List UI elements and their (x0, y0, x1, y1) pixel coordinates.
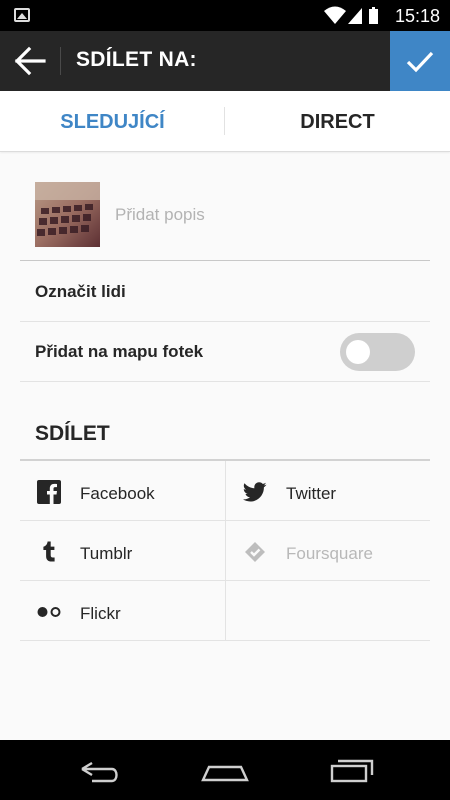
share-empty-cell (225, 581, 430, 641)
app-bar-divider (60, 47, 61, 75)
arrow-back-icon (14, 46, 46, 76)
nav-home-icon (201, 765, 249, 782)
flickr-icon (37, 607, 61, 617)
image-notification-icon (14, 8, 30, 22)
battery-icon (369, 7, 378, 24)
foursquare-icon (245, 542, 265, 562)
tab-direct[interactable]: DIRECT (225, 91, 450, 151)
audience-tabs: SLEDUJÍCÍ DIRECT (0, 91, 450, 152)
caption-section (20, 152, 430, 261)
page-title: SDÍLET NA: (76, 48, 197, 71)
app-bar: SDÍLET NA: (0, 31, 450, 91)
tag-people-row[interactable]: Označit lidi (20, 262, 430, 322)
nav-back-icon (81, 761, 118, 783)
photo-map-toggle[interactable] (340, 333, 415, 371)
share-twitter[interactable]: Twitter (225, 461, 430, 521)
service-label: Foursquare (286, 544, 373, 563)
wifi-icon (324, 6, 346, 24)
service-label: Facebook (80, 484, 155, 503)
caption-input[interactable] (115, 204, 415, 226)
share-heading: SDÍLET (35, 422, 110, 445)
back-button[interactable] (0, 31, 60, 91)
nav-back-button[interactable] (70, 750, 130, 790)
tab-followers[interactable]: SLEDUJÍCÍ (0, 91, 225, 151)
photo-map-label: Přidat na mapu fotek (35, 342, 204, 361)
service-label: Twitter (286, 484, 337, 503)
status-icons (324, 6, 378, 24)
nav-recents-button[interactable] (320, 750, 380, 790)
share-facebook[interactable]: Facebook (20, 461, 225, 521)
signal-icon (348, 8, 362, 24)
twitter-icon (243, 482, 267, 502)
tumblr-icon (43, 541, 55, 562)
share-tumblr[interactable]: Tumblr (20, 521, 225, 581)
service-label: Tumblr (80, 544, 133, 563)
clock: 15:18 (394, 6, 440, 26)
nav-recents-icon (330, 759, 374, 783)
facebook-icon (37, 480, 61, 504)
tag-people-label: Označit lidi (35, 282, 126, 301)
photo-thumbnail (35, 182, 100, 247)
checkmark-icon (406, 51, 434, 73)
confirm-button[interactable] (390, 31, 450, 91)
system-navigation-bar (0, 740, 450, 800)
toggle-knob (346, 340, 370, 364)
service-label: Flickr (80, 604, 121, 623)
share-services-grid: Facebook Twitter Tumblr Foursquare Flick… (20, 459, 430, 641)
share-flickr[interactable]: Flickr (20, 581, 225, 641)
status-bar: 15:18 (0, 0, 450, 31)
photo-map-row: Přidat na mapu fotek (20, 322, 430, 382)
share-foursquare[interactable]: Foursquare (225, 521, 430, 581)
nav-home-button[interactable] (195, 750, 255, 790)
